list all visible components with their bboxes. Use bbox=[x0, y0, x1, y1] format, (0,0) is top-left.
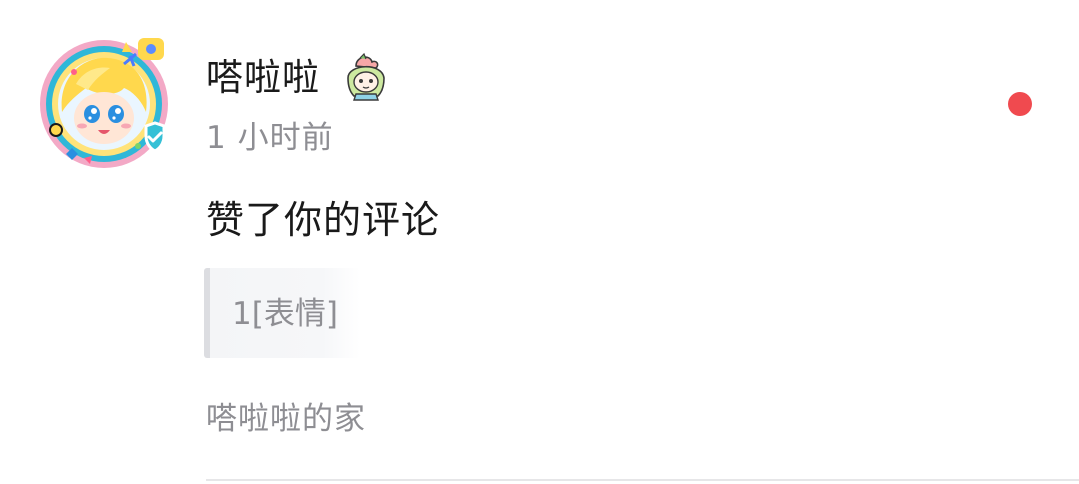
unread-dot-icon bbox=[1008, 92, 1032, 116]
verified-check-icon bbox=[144, 121, 166, 153]
notification-item[interactable]: 嗒啦啦 1 小时前 赞了你的评论 1[表情] 嗒啦啦的家 bbox=[0, 0, 1079, 484]
username[interactable]: 嗒啦啦 bbox=[206, 54, 320, 102]
peach-character-badge-icon bbox=[342, 52, 390, 102]
source-link[interactable]: 嗒啦啦的家 bbox=[206, 398, 366, 440]
action-text: 赞了你的评论 bbox=[206, 198, 441, 242]
quoted-comment-text: 1[表情] bbox=[232, 296, 338, 332]
timestamp: 1 小时前 bbox=[206, 120, 334, 156]
anime-avatar-with-verified-icon bbox=[40, 38, 168, 168]
quoted-comment[interactable]: 1[表情] bbox=[204, 268, 360, 358]
divider bbox=[206, 479, 1079, 481]
user-avatar[interactable] bbox=[38, 34, 178, 174]
